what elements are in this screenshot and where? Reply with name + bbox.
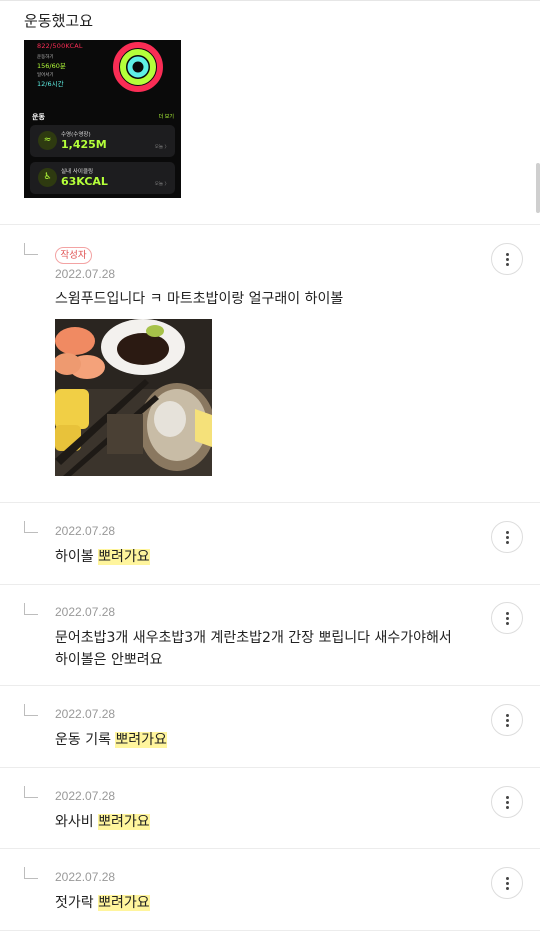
reply-text-plain: 운동 기록 (55, 732, 116, 748)
reply-arrow-icon (24, 786, 38, 798)
more-options-button[interactable] (491, 521, 523, 553)
reply-text: 문어초밥3개 새우초밥3개 계란초밥2개 간장 뽀립니다 새수가야해서 하이볼은… (55, 627, 475, 671)
reply-text-line: 문어초밥3개 새우초밥3개 계란초밥2개 간장 뽀립니다 새수가야해서 (55, 630, 452, 646)
reply-arrow-icon (24, 867, 38, 879)
reply-date: 2022.07.28 (55, 789, 116, 803)
reply-text-plain: 하이볼 (55, 549, 99, 565)
reply-text-plain: 젓가락 (55, 895, 99, 911)
food-photo-image (55, 319, 212, 476)
reply-text: 와사비 뽀려가요 (55, 811, 475, 833)
more-vertical-icon-dot (506, 719, 509, 722)
workout-day: 오늘 〉 (154, 182, 169, 187)
reply-date: 2022.07.28 (55, 267, 116, 281)
reply-text-line: 하이볼은 안뽀려요 (55, 652, 163, 668)
more-options-button[interactable] (491, 867, 523, 899)
more-vertical-icon-dot (506, 724, 509, 727)
more-options-button[interactable] (491, 602, 523, 634)
workout-title: 실내 사이클링 (61, 169, 94, 175)
workout-card: ♿ 실내 사이클링 63KCAL 오늘 〉 (30, 162, 175, 194)
more-vertical-icon (506, 612, 509, 615)
reply-arrow-icon (24, 603, 38, 615)
reply-arrow-icon (24, 704, 38, 716)
more-vertical-icon-dot (506, 258, 509, 261)
reply-item: 2022.07.28 운동 기록 뽀려가요 (0, 686, 540, 768)
exercise-value: 156/60분 (37, 62, 66, 70)
reply-date: 2022.07.28 (55, 605, 116, 619)
more-vertical-icon-dot (506, 617, 509, 620)
reply-text: 젓가락 뽀려가요 (55, 892, 475, 914)
reply-item: 2022.07.28 젓가락 뽀려가요 (0, 849, 540, 931)
reply-arrow-icon (24, 521, 38, 533)
more-vertical-icon (506, 531, 509, 534)
more-options-button[interactable] (491, 786, 523, 818)
reply-date: 2022.07.28 (55, 707, 116, 721)
reply-date: 2022.07.28 (55, 870, 116, 884)
reply-item: 2022.07.28 하이볼 뽀려가요 (0, 503, 540, 585)
comment-item: 운동했고요 822/500KCAL 운동하기 156/60분 일어서기 12/6… (0, 0, 540, 225)
reply-arrow-icon (24, 243, 38, 255)
more-vertical-icon-dot (506, 541, 509, 544)
see-all-link: 더 보기 (158, 114, 174, 120)
more-vertical-icon (506, 253, 509, 256)
move-value: 822/500KCAL (37, 42, 83, 50)
swim-icon: ≈ (38, 131, 57, 150)
reply-text: 운동 기록 뽀려가요 (55, 729, 475, 751)
more-options-button[interactable] (491, 243, 523, 275)
more-vertical-icon-dot (506, 263, 509, 266)
activity-rings-icon (113, 42, 163, 92)
more-vertical-icon-dot (506, 887, 509, 890)
highlighted-text: 뽀려가요 (98, 814, 150, 830)
attached-activity-screenshot[interactable]: 822/500KCAL 운동하기 156/60분 일어서기 12/6시간 운동 … (24, 40, 181, 198)
more-vertical-icon (506, 714, 509, 717)
reply-text: 스윔푸드입니다 ㅋ 마트초밥이랑 얼구래이 하이볼 (55, 291, 344, 307)
workouts-section-title: 운동 (32, 113, 45, 121)
workout-day: 오늘 〉 (154, 145, 169, 150)
reply-text-plain: 와사비 (55, 814, 99, 830)
highlighted-text: 뽀려가요 (98, 549, 150, 565)
workout-card: ≈ 수영(수영장) 1,425M 오늘 〉 (30, 125, 175, 157)
more-vertical-icon-dot (506, 806, 509, 809)
highlighted-text: 뽀려가요 (115, 732, 167, 748)
attached-food-photo[interactable] (55, 319, 212, 476)
workout-value: 1,425M (61, 138, 107, 151)
reply-item: 2022.07.28 문어초밥3개 새우초밥3개 계란초밥2개 간장 뽀립니다 … (0, 585, 540, 686)
workout-value: 63KCAL (61, 175, 108, 188)
reply-text: 하이볼 뽀려가요 (55, 546, 475, 568)
reply-date: 2022.07.28 (55, 524, 116, 538)
highlighted-text: 뽀려가요 (98, 895, 150, 911)
stand-value: 12/6시간 (37, 80, 64, 88)
more-vertical-icon (506, 796, 509, 799)
more-vertical-icon-dot (506, 801, 509, 804)
scrollbar-thumb[interactable] (536, 163, 540, 213)
more-options-button[interactable] (491, 704, 523, 736)
workout-title: 수영(수영장) (61, 132, 91, 138)
comment-text: 운동했고요 (24, 12, 94, 30)
more-vertical-icon (506, 877, 509, 880)
cycling-icon: ♿ (38, 168, 57, 187)
reply-item: 2022.07.28 와사비 뽀려가요 (0, 768, 540, 849)
more-vertical-icon-dot (506, 622, 509, 625)
more-vertical-icon-dot (506, 882, 509, 885)
author-badge: 작성자 (55, 247, 92, 264)
more-vertical-icon-dot (506, 536, 509, 539)
